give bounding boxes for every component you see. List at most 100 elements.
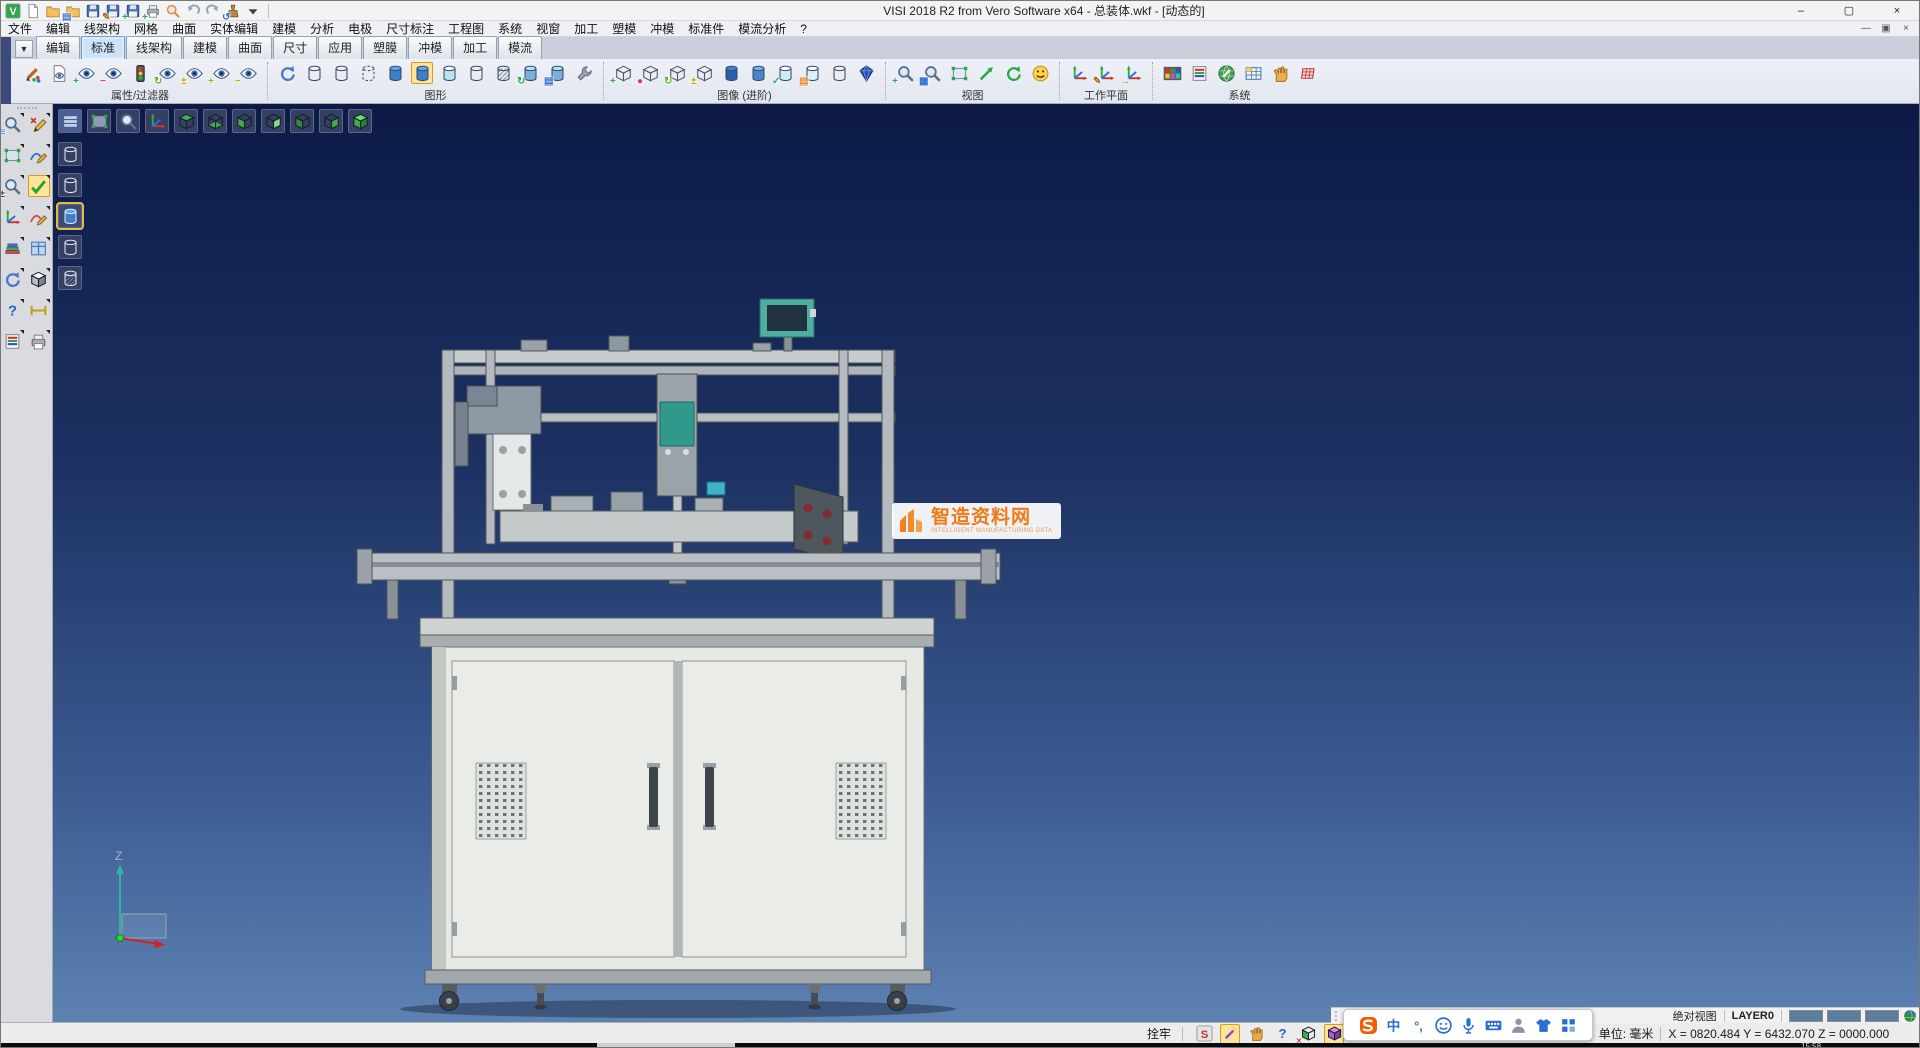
zoom-selection-icon[interactable]: ▦ — [921, 62, 943, 84]
menu-item-12[interactable]: 系统 — [491, 21, 529, 37]
erase-icon[interactable] — [28, 113, 50, 135]
menu-item-6[interactable]: 实体编辑 — [203, 21, 265, 37]
view-front-icon[interactable] — [232, 109, 256, 133]
macro-icon[interactable]: S — [1194, 1024, 1214, 1044]
doc-restore-button[interactable]: ▣ — [1879, 23, 1893, 34]
window-select-icon[interactable] — [2, 144, 24, 166]
open-file-icon[interactable] — [44, 2, 62, 20]
tab-应用[interactable]: 应用 — [318, 36, 362, 59]
history-undo-icon[interactable]: ↺ — [224, 2, 242, 20]
insert-model-icon[interactable]: ▤ — [64, 2, 82, 20]
redraw-icon[interactable] — [276, 62, 298, 84]
color-table-icon[interactable] — [1161, 62, 1183, 84]
mesh-view-icon[interactable] — [492, 62, 514, 84]
active-layer-label[interactable]: LAYER0 — [1732, 1010, 1774, 1022]
ime-toolbox-icon[interactable] — [1557, 1014, 1579, 1036]
tab-建模[interactable]: 建模 — [183, 36, 227, 59]
status-help-icon[interactable]: ? — [1272, 1024, 1292, 1044]
view-attributes-icon[interactable] — [48, 62, 70, 84]
save-as-icon[interactable]: ✎ — [104, 2, 122, 20]
maximize-button[interactable]: ▢ — [1825, 1, 1873, 21]
tab-编辑[interactable]: 编辑 — [36, 36, 80, 59]
zoom-previous-icon[interactable] — [116, 109, 140, 133]
layer-color-swatch-1[interactable] — [1789, 1010, 1823, 1022]
tab-dropdown-icon[interactable]: ▼ — [15, 40, 33, 58]
snap-lock-label[interactable]: 拴牢 — [1147, 1025, 1171, 1042]
selection-settings-icon[interactable] — [1269, 62, 1291, 84]
tab-加工[interactable]: 加工 — [453, 36, 497, 59]
ime-punct-icon[interactable]: °, — [1407, 1014, 1429, 1036]
solid-display-icon[interactable] — [28, 268, 50, 290]
wireframe-view-icon[interactable] — [303, 62, 325, 84]
tab-线架构[interactable]: 线架构 — [126, 36, 182, 59]
workplane-edit-icon[interactable]: ✎ — [1095, 62, 1117, 84]
status-grip[interactable] — [1335, 1011, 1338, 1021]
strip-wireframe-icon[interactable] — [58, 142, 82, 166]
taskbar-window-sliver[interactable] — [597, 1043, 735, 1048]
fit-view-icon[interactable] — [87, 109, 111, 133]
strip-hidden-icon[interactable] — [58, 173, 82, 197]
redo-icon[interactable] — [204, 2, 222, 20]
hide-all-icon[interactable]: − — [237, 62, 259, 84]
rotate-view-icon[interactable] — [1002, 62, 1024, 84]
viewport-layout-icon[interactable] — [28, 237, 50, 259]
refresh-visibility-icon[interactable]: ↻ — [156, 62, 178, 84]
menu-item-10[interactable]: 尺寸标注 — [379, 21, 441, 37]
menu-item-3[interactable]: 线架构 — [77, 21, 127, 37]
tab-塑膜[interactable]: 塑膜 — [363, 36, 407, 59]
validate-view-icon[interactable]: ✓ — [774, 62, 796, 84]
pan-view-icon[interactable] — [975, 62, 997, 84]
menu-item-5[interactable]: 曲面 — [165, 21, 203, 37]
3d-viewport[interactable]: 智造资料网 INTELLIGENT MANUFACTURING DATA Z — [53, 104, 1920, 1022]
zoom-in-icon[interactable]: + — [894, 62, 916, 84]
view-bottom-icon[interactable] — [203, 109, 227, 133]
options-table-icon[interactable] — [1242, 62, 1264, 84]
menu-item-2[interactable]: 编辑 — [39, 21, 77, 37]
measure-icon[interactable] — [28, 299, 50, 321]
menu-item-1[interactable]: 文件 — [1, 21, 39, 37]
layer-manager-icon[interactable] — [1188, 62, 1210, 84]
show-all-icon[interactable]: + — [210, 62, 232, 84]
menu-item-13[interactable]: 视窗 — [529, 21, 567, 37]
layer-color-swatch-2[interactable] — [1827, 1010, 1861, 1022]
grid-settings-icon[interactable] — [1296, 62, 1318, 84]
menu-item-11[interactable]: 工程图 — [441, 21, 491, 37]
zoom-explode-icon[interactable]: ≡ — [2, 113, 24, 135]
print-icon[interactable]: + — [144, 2, 162, 20]
save-icon[interactable] — [84, 2, 102, 20]
menu-item-8[interactable]: 分析 — [303, 21, 341, 37]
ime-keyboard-icon[interactable] — [1482, 1014, 1504, 1036]
shaded-view-icon[interactable] — [384, 62, 406, 84]
regen-view-icon[interactable] — [2, 268, 24, 290]
minimize-button[interactable]: – — [1777, 1, 1825, 21]
view-left-icon[interactable] — [290, 109, 314, 133]
zoom-window-icon[interactable] — [948, 62, 970, 84]
units-label[interactable]: 单位: 毫米 — [1599, 1025, 1654, 1042]
tab-曲面[interactable]: 曲面 — [228, 36, 272, 59]
quick-access-dropdown-icon[interactable] — [244, 2, 262, 20]
entity-attributes-icon[interactable] — [2, 237, 24, 259]
tab-标准[interactable]: 标准 — [81, 36, 125, 59]
print-preview-icon[interactable] — [164, 2, 182, 20]
view-top-icon[interactable] — [174, 109, 198, 133]
update-render-icon[interactable]: ↻ — [519, 62, 541, 84]
menu-item-7[interactable]: 建模 — [265, 21, 303, 37]
doc-close-button[interactable]: × — [1899, 23, 1913, 34]
ucs-axes-icon[interactable] — [2, 206, 24, 228]
flat-view-icon[interactable] — [465, 62, 487, 84]
view-iso-icon[interactable] — [348, 109, 372, 133]
confirm-icon[interactable] — [28, 175, 50, 197]
view-back-icon[interactable] — [261, 109, 285, 133]
ime-skin-icon[interactable] — [1507, 1014, 1529, 1036]
menu-item-19[interactable]: ? — [793, 21, 814, 37]
add-wireframe-icon[interactable]: + — [612, 62, 634, 84]
new-file-icon[interactable] — [24, 2, 42, 20]
spline-edit-icon[interactable] — [28, 206, 50, 228]
sketch-curve-icon[interactable] — [28, 144, 50, 166]
menu-item-14[interactable]: 加工 — [567, 21, 605, 37]
magic-wand-icon[interactable] — [1220, 1024, 1240, 1044]
hidden-line-view-icon[interactable] — [330, 62, 352, 84]
system-settings-icon[interactable] — [1215, 62, 1237, 84]
workplane-create-icon[interactable] — [1068, 62, 1090, 84]
doc-minimize-button[interactable]: — — [1859, 23, 1873, 34]
